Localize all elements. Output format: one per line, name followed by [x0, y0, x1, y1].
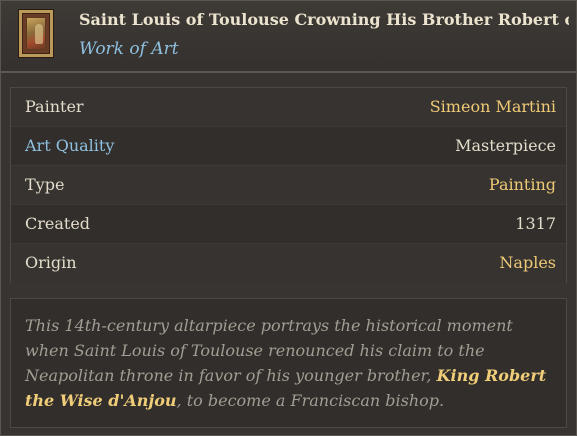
property-value[interactable]: Naples	[499, 253, 556, 272]
property-label: Type	[25, 175, 65, 194]
painting-thumbnail-icon	[19, 10, 53, 57]
property-value[interactable]: Simeon Martini	[430, 97, 556, 116]
character-link[interactable]: King Robert	[437, 366, 547, 385]
description-text: This 14th-century altarpiece portrays th…	[25, 316, 513, 335]
artwork-title: Saint Louis of Toulouse Crowning His Bro…	[79, 10, 569, 29]
property-label: Origin	[25, 253, 77, 272]
description-text: , to become a Franciscan bishop.	[176, 391, 445, 410]
property-value[interactable]: Painting	[489, 175, 556, 194]
description-text: when Saint Louis of Toulouse renounced h…	[25, 341, 485, 360]
property-label[interactable]: Art Quality	[25, 136, 114, 155]
property-label: Created	[25, 214, 91, 233]
property-row-type: Type Painting	[11, 166, 566, 205]
property-row-painter: Painter Simeon Martini	[11, 88, 566, 127]
property-value: 1317	[515, 214, 556, 233]
property-value: Masterpiece	[455, 136, 556, 155]
properties-table: Painter Simeon Martini Art Quality Maste…	[10, 87, 567, 283]
description-text: Neapolitan throne in favor of his younge…	[25, 366, 437, 385]
artwork-tooltip: Saint Louis of Toulouse Crowning His Bro…	[0, 0, 577, 436]
tooltip-header: Saint Louis of Toulouse Crowning His Bro…	[1, 1, 576, 73]
property-row-origin: Origin Naples	[11, 244, 566, 283]
painting-image	[26, 17, 46, 50]
artwork-category: Work of Art	[79, 39, 179, 59]
property-label: Painter	[25, 97, 84, 116]
property-row-created: Created 1317	[11, 205, 566, 244]
property-row-art-quality: Art Quality Masterpiece	[11, 127, 566, 166]
artwork-description: This 14th-century altarpiece portrays th…	[10, 298, 567, 428]
character-link[interactable]: the Wise d'Anjou	[25, 391, 177, 410]
